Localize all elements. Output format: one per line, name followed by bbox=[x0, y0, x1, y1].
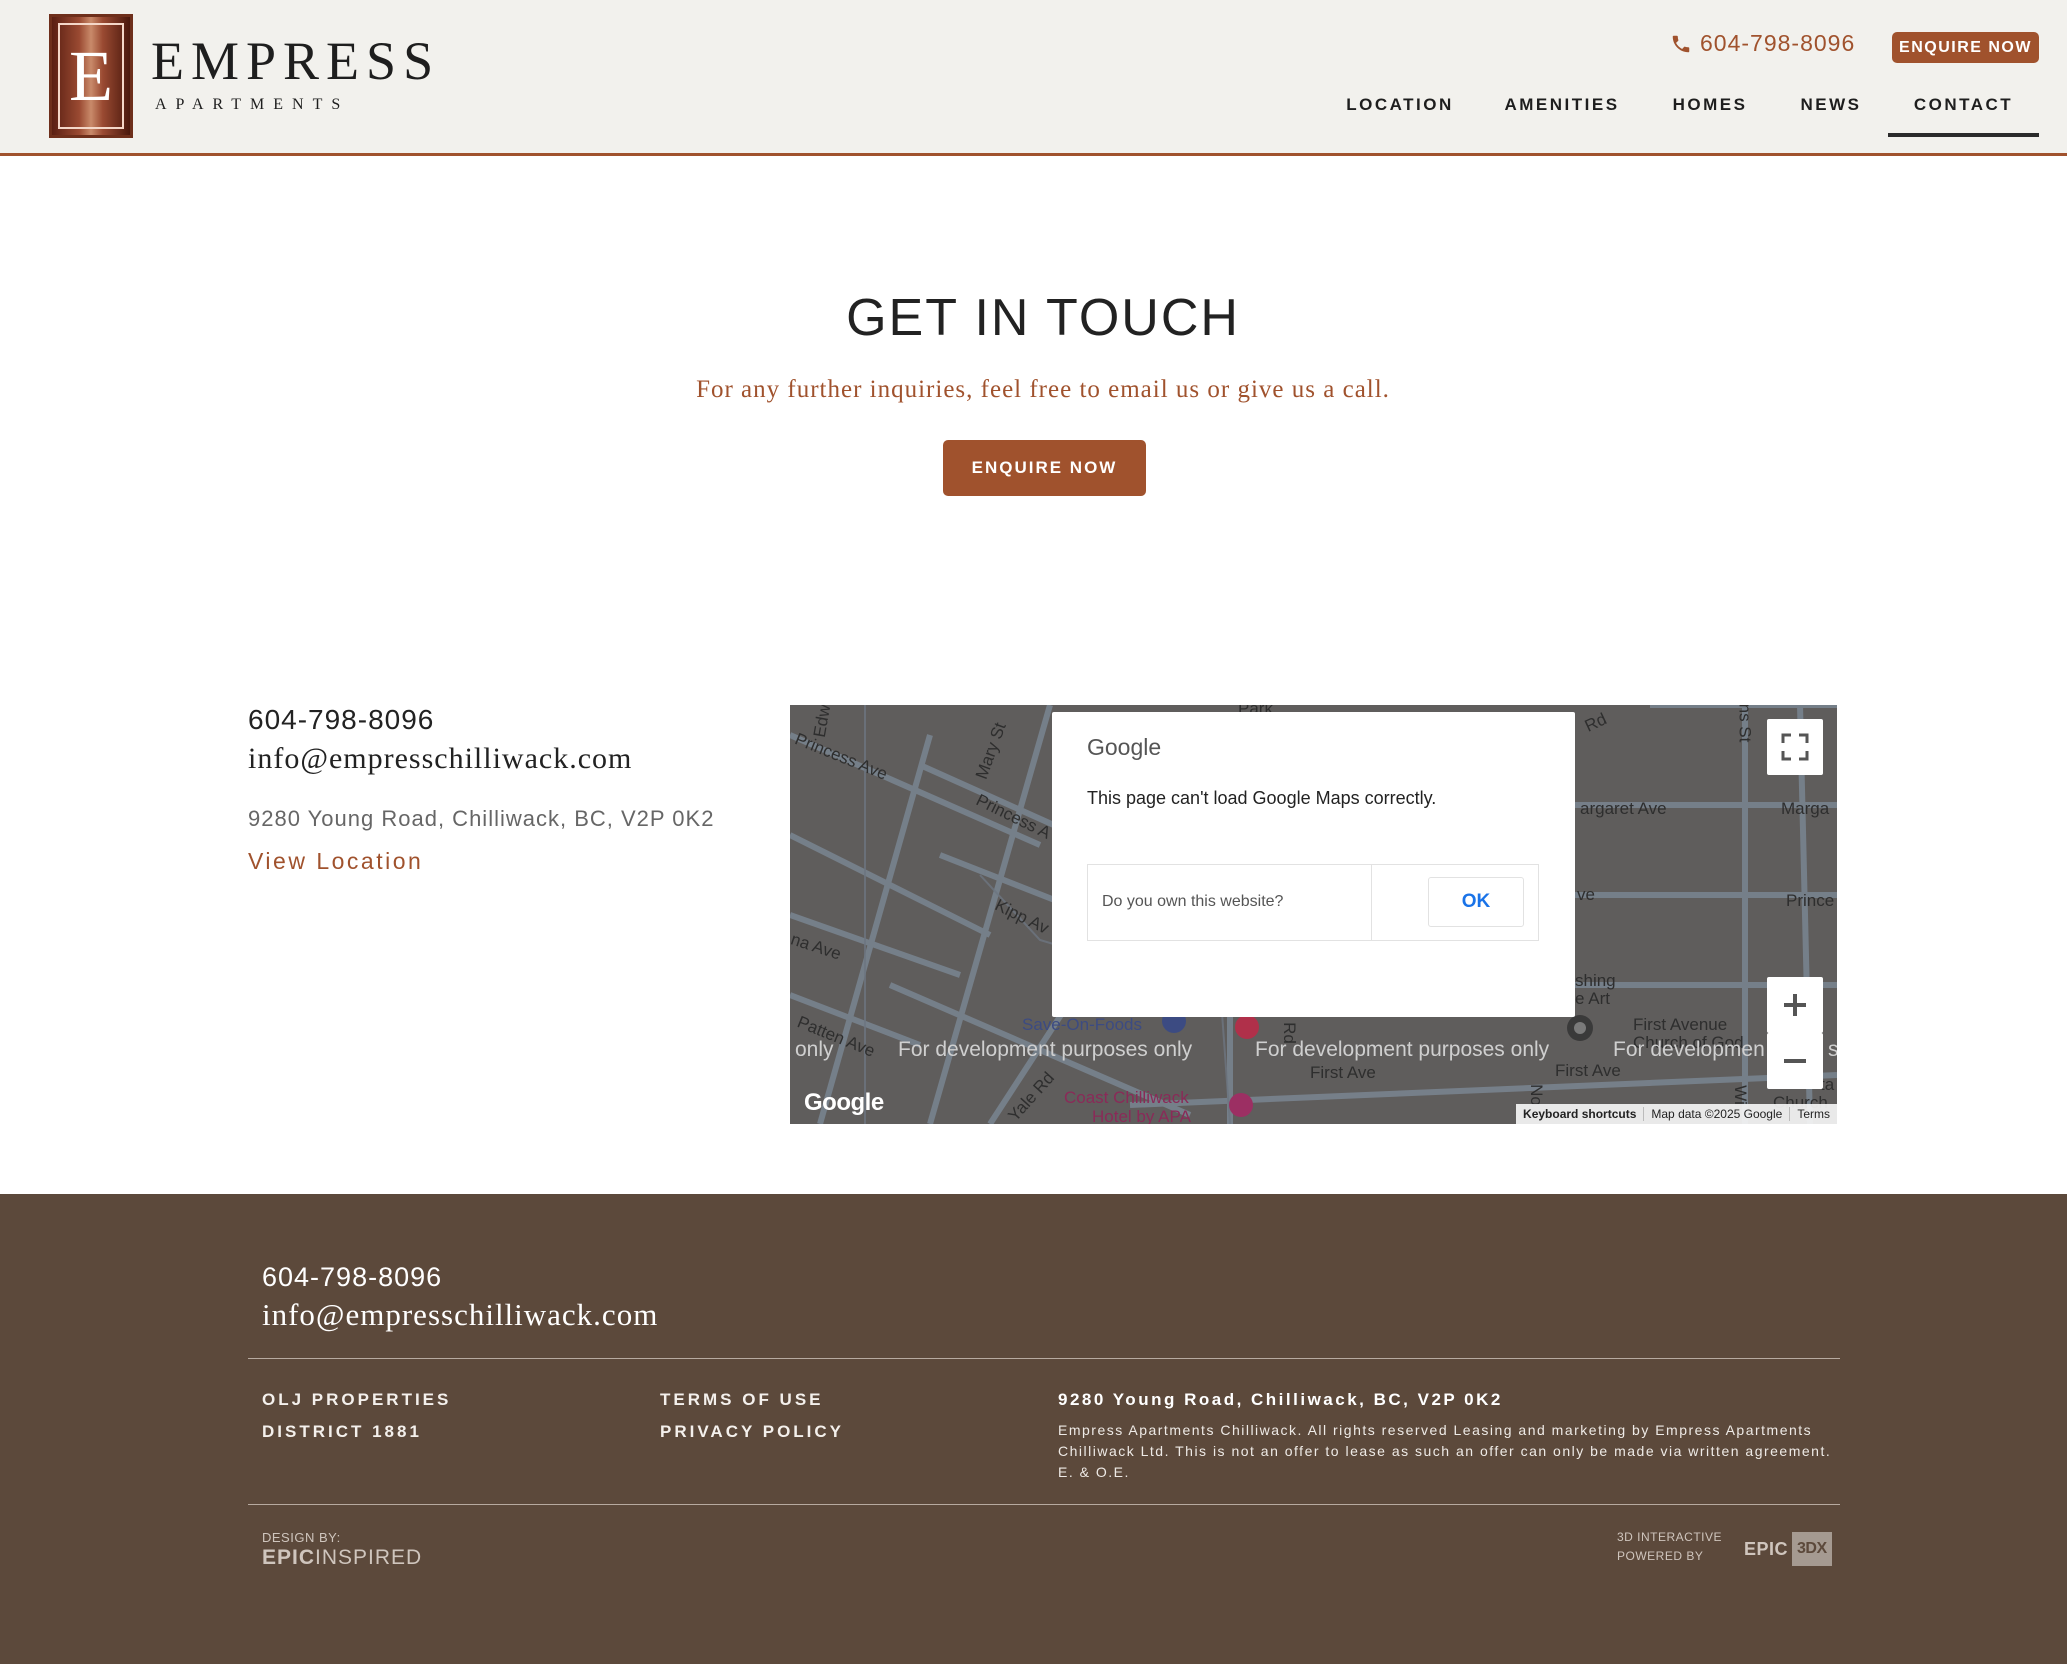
nav-amenities[interactable]: AMENITIES bbox=[1497, 93, 1627, 137]
map-street-label: e Art bbox=[1575, 989, 1610, 1008]
footer-phone[interactable]: 604-798-8096 bbox=[262, 1262, 442, 1293]
contact-address: 9280 Young Road, Chilliwack, BC, V2P 0K2 bbox=[248, 806, 715, 831]
nav-homes[interactable]: HOMES bbox=[1660, 93, 1760, 137]
keyboard-shortcuts-link[interactable]: Keyboard shortcuts bbox=[1516, 1107, 1643, 1121]
google-map[interactable]: Princess Ave Mary St Princess A Kipp Av … bbox=[790, 705, 1837, 1124]
powered-line-2: POWERED BY bbox=[1617, 1549, 1704, 1563]
map-attribution-bar: Keyboard shortcuts Map data ©2025 Google… bbox=[1516, 1104, 1837, 1124]
footer-link-terms[interactable]: TERMS OF USE bbox=[660, 1390, 824, 1410]
dialog-google-brand: Google bbox=[1087, 734, 1162, 760]
dev-notice: For development purposes only bbox=[1255, 1038, 1550, 1061]
dev-notice: only bbox=[795, 1038, 834, 1061]
epic-3dx-box: 3DX bbox=[1792, 1532, 1832, 1566]
design-by-label: DESIGN BY: bbox=[262, 1530, 341, 1545]
map-street-label: First Ave bbox=[1310, 1063, 1376, 1082]
nav-location[interactable]: LOCATION bbox=[1335, 93, 1465, 137]
map-street-label: argaret Ave bbox=[1580, 799, 1667, 818]
footer-email[interactable]: info@empresschilliwack.com bbox=[262, 1297, 658, 1333]
epic-inspired-bold: EPIC bbox=[262, 1546, 316, 1569]
map-place-label: Save-On-Foods bbox=[1022, 1015, 1142, 1034]
dialog-action-row: Do you own this website? OK bbox=[1087, 864, 1539, 941]
map-street-label: Marga bbox=[1781, 799, 1830, 818]
main-nav: LOCATION AMENITIES HOMES NEWS CONTACT bbox=[0, 93, 2067, 137]
nav-contact[interactable]: CONTACT bbox=[1888, 93, 2039, 137]
minus-icon bbox=[1784, 1059, 1806, 1063]
epic-word: EPIC bbox=[1744, 1538, 1789, 1559]
footer-link-olj-properties[interactable]: OLJ PROPERTIES bbox=[262, 1390, 451, 1410]
footer-divider bbox=[248, 1358, 1840, 1359]
map-street-label: Prince bbox=[1786, 891, 1835, 910]
gallery-pin-icon[interactable] bbox=[1565, 1013, 1595, 1043]
enquire-now-button[interactable]: ENQUIRE NOW bbox=[943, 440, 1146, 496]
google-logo[interactable]: Google bbox=[804, 1089, 884, 1117]
page-subtitle: For any further inquiries, feel free to … bbox=[696, 376, 1390, 403]
page-title: GET IN TOUCH bbox=[846, 289, 1240, 347]
site-footer: 604-798-8096 info@empresschilliwack.com … bbox=[0, 1194, 2067, 1664]
header-enquire-button[interactable]: ENQUIRE NOW bbox=[1892, 32, 2039, 63]
footer-link-privacy[interactable]: PRIVACY POLICY bbox=[660, 1422, 844, 1442]
map-street-label: No bbox=[1526, 1084, 1546, 1106]
footer-link-district-1881[interactable]: DISTRICT 1881 bbox=[262, 1422, 422, 1442]
map-data-text: Map data ©2025 Google bbox=[1643, 1107, 1789, 1121]
zoom-in-button[interactable] bbox=[1767, 977, 1823, 1033]
phone-icon bbox=[1672, 35, 1690, 52]
own-website-link[interactable]: Do you own this website? bbox=[1102, 893, 1283, 911]
epic-inspired-light: INSPIRED bbox=[315, 1546, 423, 1569]
terms-link[interactable]: Terms bbox=[1789, 1107, 1837, 1121]
dialog-message: This page can't load Google Maps correct… bbox=[1087, 788, 1437, 808]
fullscreen-icon bbox=[1781, 733, 1809, 761]
map-street-label: First Ave bbox=[1555, 1061, 1621, 1080]
zoom-out-button[interactable] bbox=[1767, 1033, 1823, 1089]
header-phone-link[interactable]: 604-798-8096 bbox=[1670, 30, 1855, 57]
dialog-divider bbox=[1371, 865, 1372, 940]
map-street-label: ns St bbox=[1735, 705, 1755, 743]
dev-notice: For developmen bbox=[1613, 1038, 1765, 1061]
map-street-label: Wi bbox=[1730, 1085, 1750, 1105]
epic-3dx-logo[interactable]: EPIC 3DX bbox=[1744, 1532, 1832, 1566]
map-street-label: shing bbox=[1575, 971, 1616, 990]
footer-address: 9280 Young Road, Chilliwack, BC, V2P 0K2 bbox=[1058, 1390, 1503, 1409]
map-street-label: ve bbox=[1577, 885, 1595, 904]
map-street-label: First Avenue bbox=[1633, 1015, 1728, 1034]
epic-inspired-logo[interactable]: EPICINSPIRED bbox=[262, 1546, 422, 1570]
footer-legal-text: Empress Apartments Chilliwack. All right… bbox=[1058, 1422, 1832, 1480]
header-phone-text: 604-798-8096 bbox=[1700, 30, 1856, 56]
fullscreen-button[interactable] bbox=[1767, 719, 1823, 775]
nav-news[interactable]: NEWS bbox=[1790, 93, 1872, 137]
contact-email[interactable]: info@empresschilliwack.com bbox=[248, 742, 632, 776]
hotel-pin-icon[interactable] bbox=[1227, 1091, 1255, 1119]
home-pin-icon[interactable] bbox=[1233, 1013, 1261, 1041]
dialog-ok-button[interactable]: OK bbox=[1428, 877, 1524, 927]
map-place-label: Coast Chilliwack bbox=[1064, 1088, 1189, 1107]
powered-by-label: 3D INTERACTIVE POWERED BY bbox=[1617, 1528, 1722, 1566]
maps-error-dialog: Google This page can't load Google Maps … bbox=[1052, 712, 1575, 1017]
dev-notice: For development purposes only bbox=[898, 1038, 1193, 1061]
site-header: E EMPRESS APARTMENTS 604-798-8096 ENQUIR… bbox=[0, 0, 2067, 156]
brand-name[interactable]: EMPRESS bbox=[151, 34, 440, 88]
footer-divider bbox=[248, 1504, 1840, 1505]
view-location-link[interactable]: View Location bbox=[248, 848, 423, 875]
powered-line-1: 3D INTERACTIVE bbox=[1617, 1530, 1723, 1544]
plus-icon bbox=[1784, 994, 1806, 1016]
map-place-label: Hotel by APA bbox=[1092, 1107, 1191, 1124]
contact-phone[interactable]: 604-798-8096 bbox=[248, 704, 434, 736]
dev-notice: s bbox=[1828, 1038, 1837, 1061]
